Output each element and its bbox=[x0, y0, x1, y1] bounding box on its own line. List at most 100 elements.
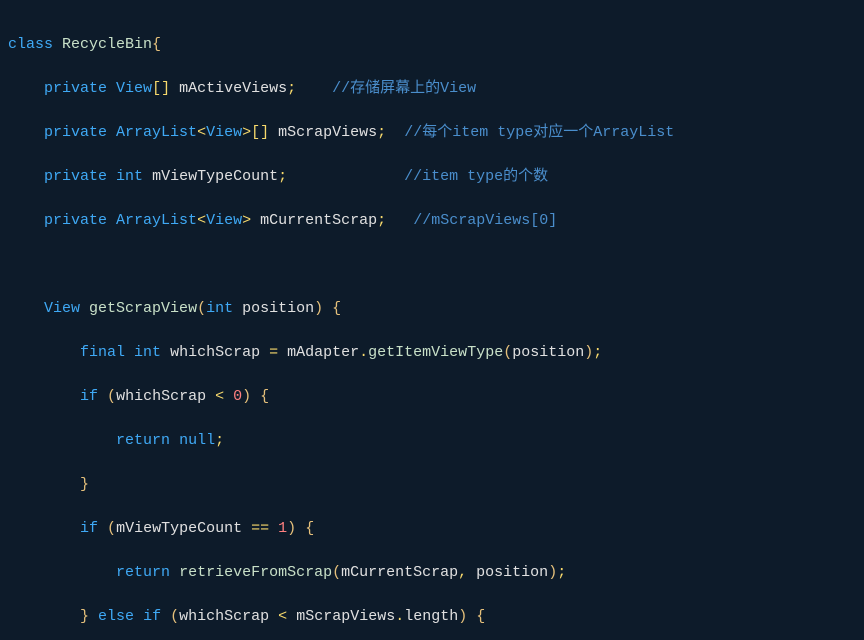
code-line: private ArrayList<View>[] mScrapViews; /… bbox=[8, 122, 856, 144]
keyword: private bbox=[44, 124, 107, 141]
paren: ) bbox=[314, 300, 323, 317]
paren: ( bbox=[107, 520, 116, 537]
keyword-return: return bbox=[116, 432, 170, 449]
keyword: private bbox=[44, 80, 107, 97]
brace: { bbox=[476, 608, 485, 625]
keyword: private bbox=[44, 212, 107, 229]
generic-type: View bbox=[206, 124, 242, 141]
arg: position bbox=[512, 344, 584, 361]
classname: RecycleBin bbox=[62, 36, 152, 53]
return-type: View bbox=[44, 300, 80, 317]
brace: { bbox=[152, 36, 161, 53]
type: int bbox=[134, 344, 161, 361]
keyword-if: if bbox=[143, 608, 161, 625]
keyword-final: final bbox=[80, 344, 125, 361]
keyword-else: else bbox=[98, 608, 134, 625]
number: 1 bbox=[278, 520, 287, 537]
semicolon: ; bbox=[215, 432, 224, 449]
lt: < bbox=[197, 212, 206, 229]
keyword-if: if bbox=[80, 388, 98, 405]
code-line: private int mViewTypeCount; //item type的… bbox=[8, 166, 856, 188]
paren: ) bbox=[242, 388, 251, 405]
identifier: whichScrap bbox=[179, 608, 269, 625]
number: 0 bbox=[233, 388, 242, 405]
identifier: mScrapViews bbox=[296, 608, 395, 625]
brace: } bbox=[80, 608, 89, 625]
paren: ( bbox=[197, 300, 206, 317]
property: length bbox=[404, 608, 458, 625]
paren: ( bbox=[503, 344, 512, 361]
operator: < bbox=[215, 388, 224, 405]
type: View bbox=[116, 80, 152, 97]
code-line: } bbox=[8, 474, 856, 496]
semicolon: ; bbox=[593, 344, 602, 361]
code-block: class RecycleBin{ private View[] mActive… bbox=[0, 0, 864, 640]
param-type: int bbox=[206, 300, 233, 317]
identifier: whichScrap bbox=[170, 344, 260, 361]
function-name: retrieveFromScrap bbox=[179, 564, 332, 581]
param: position bbox=[242, 300, 314, 317]
function-name: getScrapView bbox=[89, 300, 197, 317]
arg: position bbox=[476, 564, 548, 581]
identifier: mCurrentScrap bbox=[260, 212, 377, 229]
lt: < bbox=[197, 124, 206, 141]
generic-type: View bbox=[206, 212, 242, 229]
semicolon: ; bbox=[377, 212, 386, 229]
arg: mCurrentScrap bbox=[341, 564, 458, 581]
keyword: private bbox=[44, 168, 107, 185]
semicolon: ; bbox=[377, 124, 386, 141]
null: null bbox=[179, 432, 215, 449]
comma: , bbox=[458, 564, 467, 581]
identifier: mActiveViews bbox=[179, 80, 287, 97]
semicolon: ; bbox=[287, 80, 296, 97]
paren: ) bbox=[287, 520, 296, 537]
function-name: getItemViewType bbox=[368, 344, 503, 361]
gt: > bbox=[242, 124, 251, 141]
paren: ) bbox=[548, 564, 557, 581]
paren: ( bbox=[107, 388, 116, 405]
operator: = bbox=[269, 344, 278, 361]
comment: //存储屏幕上的View bbox=[332, 80, 476, 97]
identifier: mScrapViews bbox=[278, 124, 377, 141]
keyword-if: if bbox=[80, 520, 98, 537]
code-line: return retrieveFromScrap(mCurrentScrap, … bbox=[8, 562, 856, 584]
code-line: } else if (whichScrap < mScrapViews.leng… bbox=[8, 606, 856, 628]
brackets: [] bbox=[251, 124, 269, 141]
operator: == bbox=[251, 520, 269, 537]
paren: ) bbox=[458, 608, 467, 625]
brackets: [] bbox=[152, 80, 170, 97]
code-line: return null; bbox=[8, 430, 856, 452]
identifier: mViewTypeCount bbox=[152, 168, 278, 185]
code-line: if (mViewTypeCount == 1) { bbox=[8, 518, 856, 540]
type: ArrayList bbox=[116, 124, 197, 141]
gt: > bbox=[242, 212, 251, 229]
code-line: if (whichScrap < 0) { bbox=[8, 386, 856, 408]
comment: //item type的个数 bbox=[404, 168, 548, 185]
type: ArrayList bbox=[116, 212, 197, 229]
dot: . bbox=[395, 608, 404, 625]
code-line: final int whichScrap = mAdapter.getItemV… bbox=[8, 342, 856, 364]
code-line: View getScrapView(int position) { bbox=[8, 298, 856, 320]
keyword-return: return bbox=[116, 564, 170, 581]
type: int bbox=[116, 168, 143, 185]
code-line: class RecycleBin{ bbox=[8, 34, 856, 56]
comment: //mScrapViews[0] bbox=[413, 212, 557, 229]
paren: ( bbox=[170, 608, 179, 625]
semicolon: ; bbox=[557, 564, 566, 581]
comment: //每个item type对应一个ArrayList bbox=[404, 124, 674, 141]
brace: { bbox=[260, 388, 269, 405]
paren: ( bbox=[332, 564, 341, 581]
code-line: private ArrayList<View> mCurrentScrap; /… bbox=[8, 210, 856, 232]
identifier: mViewTypeCount bbox=[116, 520, 242, 537]
operator: < bbox=[278, 608, 287, 625]
identifier: mAdapter bbox=[287, 344, 359, 361]
code-line: private View[] mActiveViews; //存储屏幕上的Vie… bbox=[8, 78, 856, 100]
brace: { bbox=[305, 520, 314, 537]
semicolon: ; bbox=[278, 168, 287, 185]
keyword-class: class bbox=[8, 36, 53, 53]
blank-line bbox=[8, 254, 856, 276]
dot: . bbox=[359, 344, 368, 361]
brace: { bbox=[332, 300, 341, 317]
identifier: whichScrap bbox=[116, 388, 206, 405]
paren: ) bbox=[584, 344, 593, 361]
